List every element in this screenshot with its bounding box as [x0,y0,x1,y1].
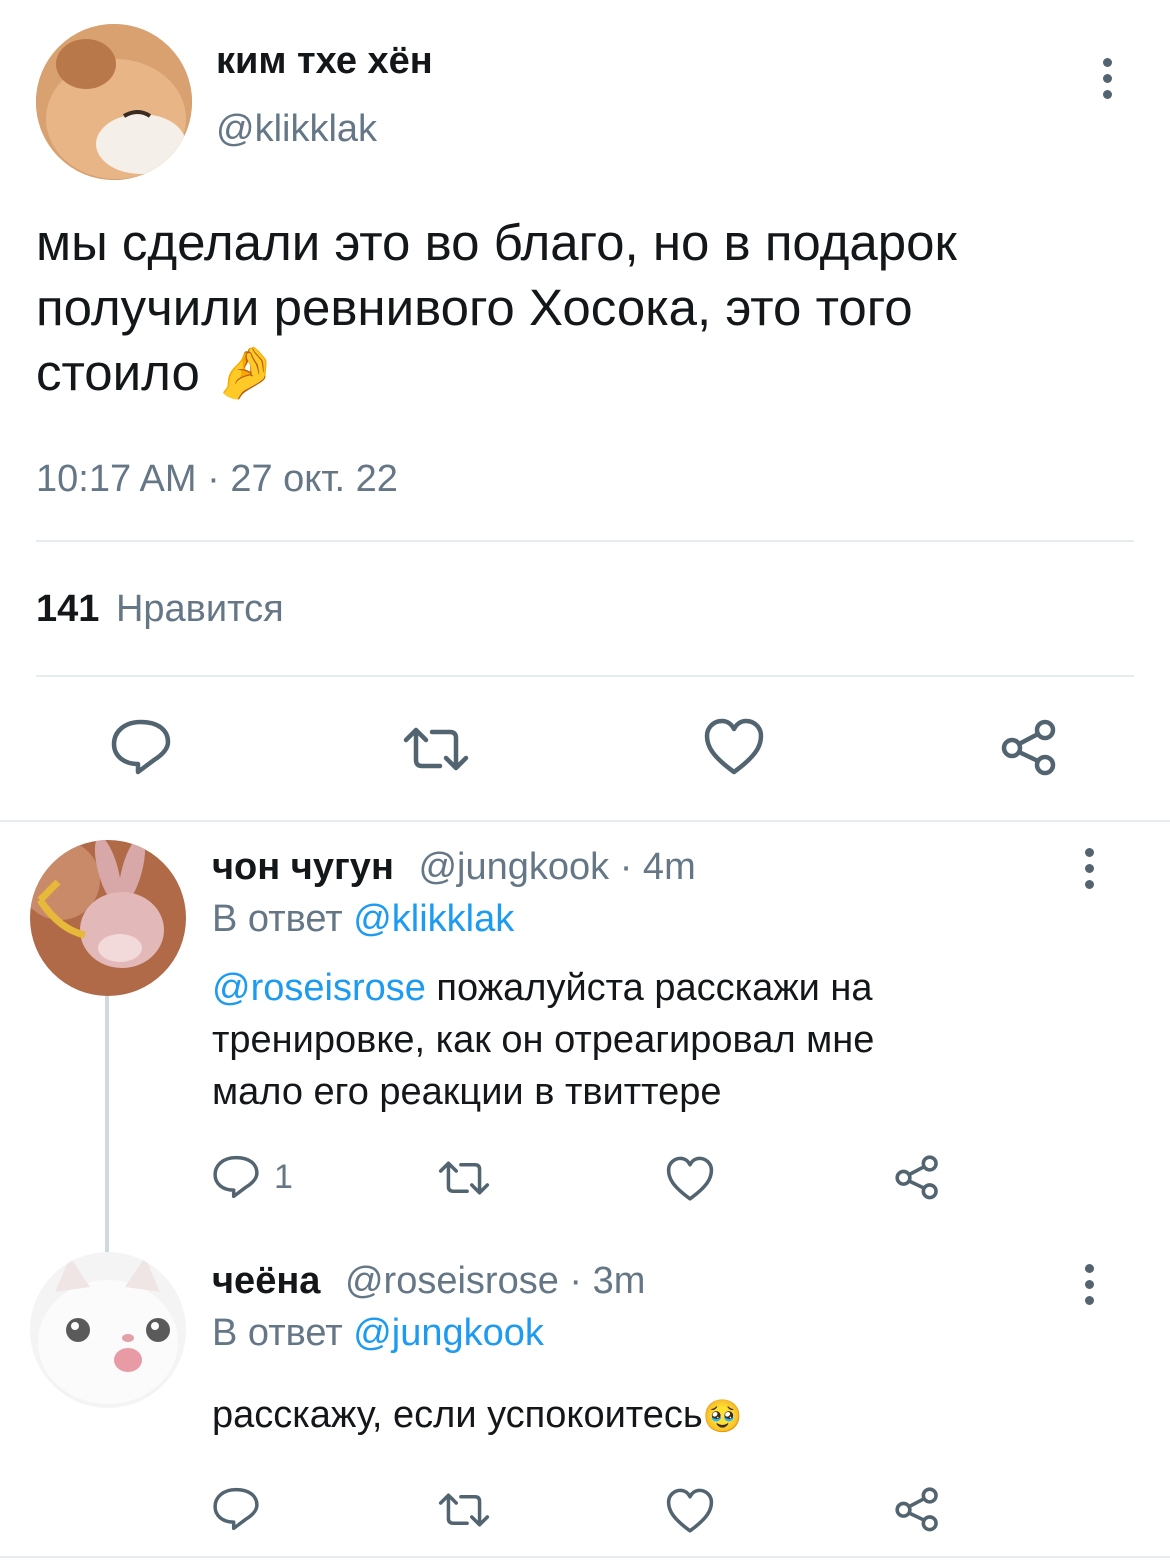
reply-text-line: тренировке, как он отреагировал мне [212,1019,875,1061]
reply-to: В ответ @jungkook [212,1312,544,1355]
likes-label: Нравится [115,588,284,630]
reply-icon[interactable] [212,1486,260,1532]
tweet-text-line: мы сделали это во благо, но в подарок [36,214,957,271]
reply-to-label: В ответ [212,898,343,940]
author-name[interactable]: ким тхе хён [216,40,433,83]
reply-icon[interactable] [110,718,172,776]
reply-to-handle[interactable]: @klikklak [353,898,514,940]
reply-text: @roseisrose пожалуйста расскажи на трени… [212,962,874,1118]
tweet-timestamp[interactable]: 10:17 AM · 27 окт. 22 [36,458,398,501]
avatar-main[interactable] [36,24,192,180]
section-divider [0,820,1170,822]
thread-line [105,994,109,1252]
reply-time: · 4m [619,846,696,888]
retweet-icon[interactable] [436,1158,492,1198]
reply-count: 1 [274,1157,293,1196]
more-icon[interactable] [1082,1264,1096,1305]
reply-author-name[interactable]: чеёна [212,1260,320,1302]
reply-time: · 3m [569,1260,646,1302]
reply-author-name[interactable]: чон чугун [212,846,394,888]
avatar-reply2[interactable] [30,1252,186,1408]
retweet-icon[interactable] [400,724,472,774]
divider [36,675,1134,677]
reply-to-label: В ответ [212,1312,343,1354]
like-icon[interactable] [666,1488,714,1534]
reply-text: расскажу, если успокоитесь🥹 [212,1394,743,1436]
cat-avatar-image [30,1252,186,1408]
retweet-icon[interactable] [436,1490,492,1530]
author-handle[interactable]: @klikklak [216,108,377,151]
reply1-header: чон чугун @jungkook · 4m [212,846,696,889]
more-icon[interactable] [1082,848,1096,889]
share-icon[interactable] [1000,718,1058,776]
reply-to-handle[interactable]: @jungkook [353,1312,544,1354]
reply-author-handle[interactable]: @roseisrose [345,1260,559,1302]
tweet-text-line: стоило 🤌 [36,344,278,401]
more-icon[interactable] [1100,58,1114,99]
reply-button[interactable]: 1 [212,1154,293,1200]
like-icon[interactable] [704,718,764,776]
share-icon[interactable] [894,1154,940,1200]
divider [36,540,1134,542]
pleading-face-emoji: 🥹 [702,1398,743,1434]
share-icon[interactable] [894,1486,940,1532]
reply2-header: чеёна @roseisrose · 3m [212,1260,645,1303]
reply-icon [213,1155,259,1199]
like-icon[interactable] [666,1156,714,1202]
likes-stat[interactable]: 141 Нравится [36,588,284,631]
reply-to: В ответ @klikklak [212,898,514,941]
reply-text-line: @roseisrose пожалуйста расскажи на [212,967,873,1009]
avatar-reply1[interactable] [30,840,186,996]
likes-count: 141 [36,588,100,630]
mention-link[interactable]: @roseisrose [212,967,426,1009]
tweet-text-line: получили ревнивого Хосока, это того [36,279,913,336]
reply-author-handle[interactable]: @jungkook [418,846,609,888]
reply-text-line: мало его реакции в твиттере [212,1071,722,1113]
bottom-divider [0,1556,1170,1558]
bunny-avatar-image [30,840,186,996]
pinched-fingers-emoji: 🤌 [214,344,278,401]
tweet-text: мы сделали это во благо, но в подарок по… [36,210,957,405]
dog-avatar-image [36,24,192,180]
